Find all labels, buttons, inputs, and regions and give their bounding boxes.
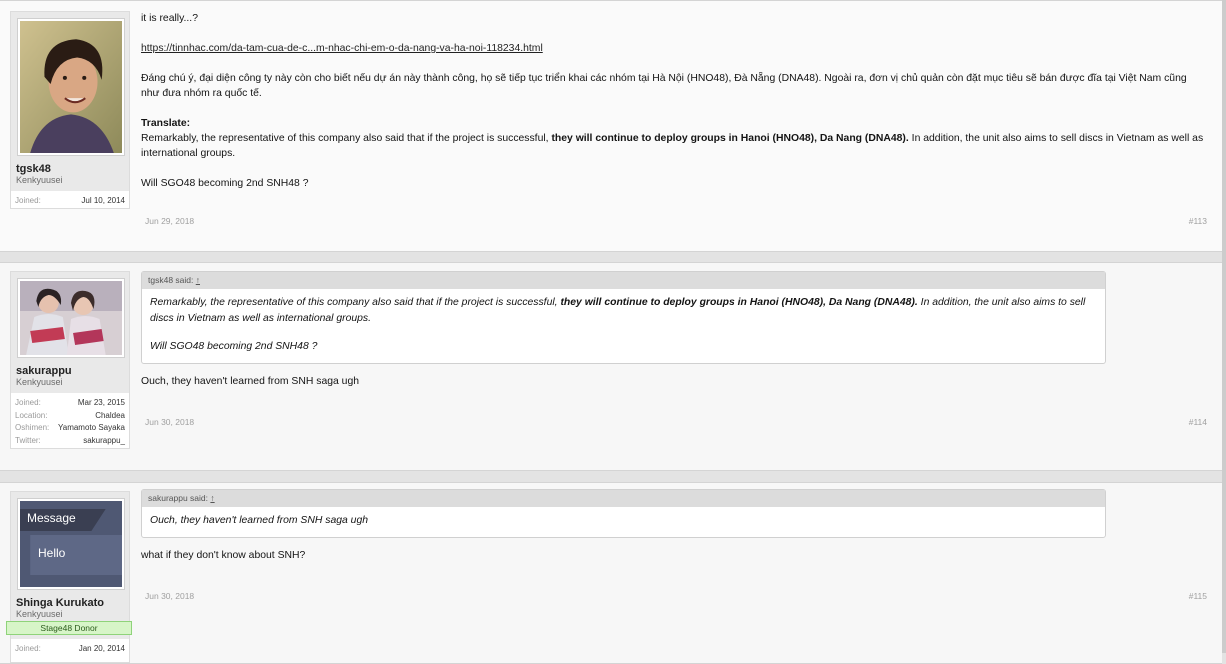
translation-bold-part: they will continue to deploy groups in H… (551, 133, 909, 144)
post-meta: Jun 30, 2018 #114 (145, 417, 1207, 427)
joined-field: Joined: Jan 20, 2014 (15, 643, 125, 656)
field-value: sakurappu_ (83, 435, 125, 445)
post-number[interactable]: #114 (1189, 417, 1207, 427)
message-content: tgsk48 said: ↑ Remarkably, the represent… (141, 271, 1208, 389)
quote-attribution: tgsk48 said: ↑ (142, 272, 1105, 289)
field-value: Mar 23, 2015 (77, 398, 125, 407)
user-extra-info: Joined: Jan 20, 2014 (11, 639, 129, 660)
user-title: Kenkyuusei (11, 175, 129, 191)
user-extra-info: Joined: Mar 23, 2015 Location: Chaldea O… (11, 393, 129, 451)
avatar-holder (11, 492, 129, 594)
message-text: Ouch, they haven't learned from SNH saga… (141, 375, 360, 387)
post-date[interactable]: Jun 30, 2018 (145, 591, 194, 601)
quote-block: tgsk48 said: ↑ Remarkably, the represent… (141, 271, 1106, 364)
location-field: Location: Chaldea (15, 410, 125, 423)
translation-part-1: Remarkably, the representative of this c… (141, 133, 552, 144)
avatar-holder (11, 12, 129, 160)
field-label: Twitter: (15, 435, 41, 445)
avatar-photo-image (20, 281, 122, 355)
twitter-field: Twitter: sakurappu_ (15, 435, 125, 448)
quote-jump-arrow-icon[interactable]: ↑ (210, 493, 214, 503)
joined-value: Jul 10, 2014 (81, 196, 125, 205)
post-number[interactable]: #115 (1189, 591, 1207, 601)
quote-body: Ouch, they haven't learned from SNH saga… (150, 515, 369, 526)
oshimen-field: Oshimen: Yamamoto Sayaka (15, 422, 125, 435)
field-value: Yamamoto Sayaka (58, 423, 125, 432)
quote-author: sakurappu said: (148, 493, 209, 503)
username[interactable]: Shinga Kurukato (11, 594, 129, 609)
quote-author: tgsk48 said: (148, 275, 194, 285)
translate-heading: Translate: (141, 118, 191, 129)
user-extra-info: Joined: Jul 10, 2014 (11, 191, 129, 212)
post-114: sakurappu Kenkyuusei Joined: Mar 23, 201… (0, 262, 1222, 471)
avatar-message-text: Message (27, 511, 76, 525)
quote-block: sakurappu said: ↑ Ouch, they haven't lea… (141, 489, 1106, 538)
post-number[interactable]: #113 (1189, 216, 1207, 226)
joined-label: Joined: (15, 644, 41, 653)
avatar-holder (11, 272, 129, 362)
closing-line: Will SGO48 becoming 2nd SNH48 ? (141, 178, 309, 189)
donor-banner: Stage48 Donor (6, 621, 132, 635)
vietnamese-paragraph: Đáng chú ý, đại diện công ty này còn cho… (141, 73, 1187, 99)
user-title: Kenkyuusei (11, 377, 129, 393)
avatar-hello-text: Hello (38, 546, 66, 560)
quote-part-1: Remarkably, the representative of this c… (150, 297, 561, 308)
joined-label: Joined: (15, 196, 41, 205)
quote-body: Remarkably, the representative of this c… (142, 289, 1105, 363)
scrollbar[interactable] (1222, 0, 1226, 653)
intro-line: it is really...? (141, 13, 198, 24)
quote-jump-arrow-icon[interactable]: ↑ (196, 275, 200, 285)
username[interactable]: sakurappu (11, 362, 129, 377)
post-113: tgsk48 Kenkyuusei Joined: Jul 10, 2014 i… (0, 0, 1222, 252)
joined-field: Joined: Jul 10, 2014 (15, 195, 125, 208)
avatar-portrait-image (20, 21, 122, 153)
user-info-block: sakurappu Kenkyuusei Joined: Mar 23, 201… (10, 271, 130, 449)
message-content: it is really...? https://tinnhac.com/da-… (141, 11, 1208, 191)
field-label: Joined: (15, 398, 41, 407)
message-text: what if they don't know about SNH? (141, 549, 306, 561)
avatar[interactable] (17, 278, 125, 358)
post-115: Shinga Kurukato Kenkyuusei Joined: Jan 2… (0, 482, 1222, 664)
post-date[interactable]: Jun 29, 2018 (145, 216, 194, 226)
username[interactable]: tgsk48 (11, 160, 129, 175)
translation-paragraph: Remarkably, the representative of this c… (141, 131, 1208, 161)
message-content: sakurappu said: ↑ Ouch, they haven't lea… (141, 489, 1208, 563)
quote-bold-part: they will continue to deploy groups in H… (560, 297, 918, 308)
quote-attribution: sakurappu said: ↑ (142, 490, 1105, 507)
quote-paragraph: Remarkably, the representative of this c… (150, 295, 1097, 326)
quote-closing-line: Will SGO48 becoming 2nd SNH48 ? (150, 341, 318, 352)
joined-field: Joined: Mar 23, 2015 (15, 397, 125, 410)
user-info-block: tgsk48 Kenkyuusei Joined: Jul 10, 2014 (10, 11, 130, 209)
field-label: Location: (15, 410, 48, 420)
post-meta: Jun 29, 2018 #113 (145, 216, 1207, 226)
field-label: Oshimen: (15, 423, 50, 432)
avatar[interactable] (17, 18, 125, 156)
article-link[interactable]: https://tinnhac.com/da-tam-cua-de-c...m-… (141, 43, 543, 54)
message-text: it is really...? https://tinnhac.com/da-… (141, 11, 1208, 191)
post-date[interactable]: Jun 30, 2018 (145, 417, 194, 427)
joined-value: Jan 20, 2014 (78, 644, 125, 653)
post-meta: Jun 30, 2018 #115 (145, 591, 1207, 601)
field-value[interactable]: Chaldea (95, 410, 125, 423)
